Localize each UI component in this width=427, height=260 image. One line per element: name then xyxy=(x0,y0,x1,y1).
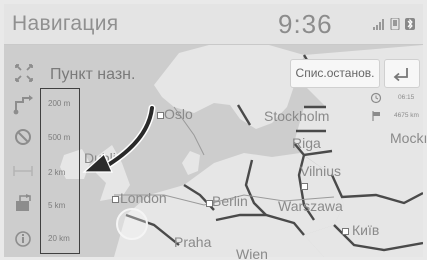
scale-option-200m[interactable]: 200 m xyxy=(48,99,78,108)
signal-icon xyxy=(373,18,384,30)
current-position-marker xyxy=(116,208,148,240)
city-marker xyxy=(301,183,308,190)
stops-list-button[interactable]: Спис.останов. xyxy=(290,59,380,88)
eta-panel: 06:15 4675 km xyxy=(368,90,422,130)
flag-icon xyxy=(372,111,380,121)
city-label-praha: Praha xyxy=(174,234,212,250)
navigation-screen: Oslo Stockholm Riga Mockı Vilnius Dubli … xyxy=(0,0,427,260)
scale-option-2km[interactable]: 2 km xyxy=(48,168,78,177)
scale-option-500m[interactable]: 500 m xyxy=(48,133,78,142)
app-title: Навигация xyxy=(12,12,119,35)
city-label-vilnius: Vilnius xyxy=(300,163,341,179)
fullscreen-corners-icon[interactable] xyxy=(12,62,36,84)
city-marker xyxy=(112,196,119,203)
road-icon[interactable] xyxy=(10,160,36,182)
city-label-riga: Riga xyxy=(292,135,321,151)
destination-title: Пункт назн. xyxy=(50,66,136,83)
no-entry-icon[interactable] xyxy=(10,126,36,148)
city-label-kyiv: Київ xyxy=(352,222,380,238)
city-label-berlin: Berlin xyxy=(212,193,248,209)
city-marker xyxy=(342,228,349,235)
city-label-warszawa: Warszawa xyxy=(278,198,343,214)
status-bar: Навигация 9:36 xyxy=(4,4,423,45)
city-label-moscow: Mockı xyxy=(390,130,427,146)
city-label-wien: Wien xyxy=(236,246,268,260)
phone-icon xyxy=(390,18,400,30)
bluetooth-icon xyxy=(405,18,415,30)
scale-option-5km[interactable]: 5 km xyxy=(48,201,78,210)
back-arrow-icon xyxy=(393,68,408,82)
scale-option-20km[interactable]: 20 km xyxy=(48,234,78,243)
city-label-oslo: Oslo xyxy=(164,106,193,122)
back-button[interactable] xyxy=(384,59,420,88)
city-marker xyxy=(206,200,213,207)
remaining-distance: 4675 km xyxy=(394,112,419,119)
info-icon[interactable] xyxy=(10,228,36,250)
clock: 9:36 xyxy=(278,9,333,39)
clock-icon xyxy=(370,92,382,104)
city-label-london: London xyxy=(120,190,167,206)
city-label-stockholm: Stockholm xyxy=(264,108,330,124)
exit-icon[interactable] xyxy=(10,192,36,214)
city-marker xyxy=(157,112,164,119)
route-icon[interactable] xyxy=(10,94,36,116)
city-label-dublin: Dubli xyxy=(84,150,116,166)
arrival-time: 06:15 xyxy=(398,94,415,101)
